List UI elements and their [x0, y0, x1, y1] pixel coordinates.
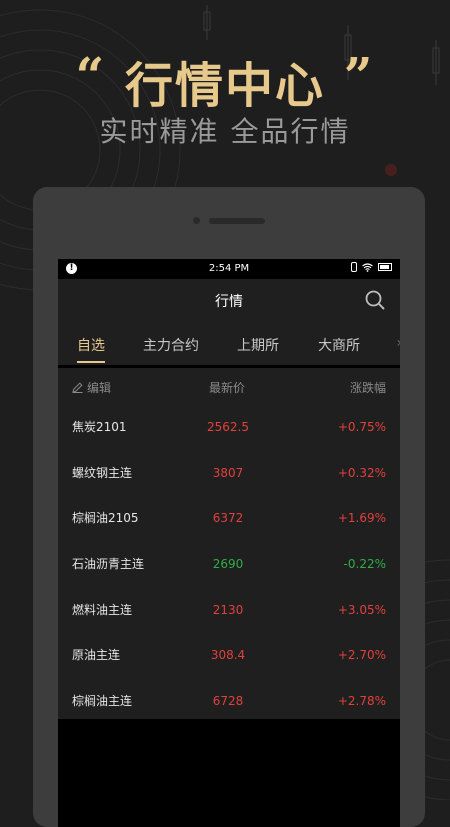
contract-name: 石油沥青主连 [72, 556, 145, 571]
status-icons [351, 262, 392, 272]
latest-price: 2130 [212, 602, 244, 617]
tabs-overflow-indicator[interactable]: › [396, 335, 400, 351]
vibrate-icon [351, 262, 357, 272]
change-percent: +1.69% [337, 511, 386, 526]
quote-row[interactable]: 螺纹钢主连 3807 +0.32% [58, 450, 400, 496]
quote-row[interactable]: 石油沥青主连 2690 -0.22% [58, 541, 400, 587]
page-title: 行情 [215, 294, 243, 310]
tablet-screen: ! 2:54 PM 行情 自选 主力合约 上期所 大商所 › [58, 259, 400, 827]
promo-headline: “ 行情中心 ” [0, 46, 450, 116]
market-app: 行情 自选 主力合约 上期所 大商所 › 编辑 最新价 [58, 279, 400, 719]
contract-name: 焦炭2101 [72, 419, 127, 434]
quote-list: 焦炭2101 2562.5 +0.75% 螺纹钢主连 3807 +0.32% 棕榈油2105… [58, 404, 400, 724]
change-percent: -0.22% [343, 556, 386, 571]
contract-name: 燃料油主连 [72, 602, 133, 617]
open-quote: “ [75, 46, 107, 105]
headline-text: 行情中心 [124, 58, 325, 114]
promo-subtitle: 实时精准 全品行情 [99, 115, 351, 148]
tablet-frame: ! 2:54 PM 行情 自选 主力合约 上期所 大商所 › [33, 187, 425, 827]
column-header: 编辑 最新价 涨跌幅 [58, 368, 400, 404]
battery-icon [378, 263, 392, 271]
status-time: 2:54 PM [208, 263, 250, 274]
latest-price: 6372 [212, 511, 244, 526]
change-percent: +0.32% [337, 465, 386, 480]
active-tab-underline [77, 361, 105, 363]
change-percent: +2.78% [337, 693, 386, 708]
market-tabs: 自选 主力合约 上期所 大商所 › [58, 321, 400, 368]
quote-row[interactable]: 焦炭2101 2562.5 +0.75% [58, 404, 400, 450]
tablet-camera [193, 217, 200, 224]
tab-watchlist[interactable]: 自选 [77, 335, 105, 355]
column-latest-price[interactable]: 最新价 [209, 379, 245, 396]
search-icon[interactable] [364, 289, 386, 311]
tablet-speaker [209, 218, 265, 224]
change-percent: +2.70% [337, 648, 386, 663]
tab-main-contracts[interactable]: 主力合约 [143, 335, 199, 355]
latest-price: 6728 [212, 693, 244, 708]
contract-name: 原油主连 [72, 648, 121, 663]
wifi-icon [362, 262, 373, 272]
latest-price: 2562.5 [207, 419, 249, 434]
contract-name: 棕榈油2105 [72, 511, 139, 526]
tab-shfe[interactable]: 上期所 [237, 335, 279, 355]
contract-name: 棕榈油主连 [72, 693, 133, 708]
quote-row[interactable]: 燃料油主连 2130 +3.05% [58, 587, 400, 633]
change-percent: +3.05% [337, 602, 386, 617]
status-bar: ! 2:54 PM [58, 259, 400, 279]
pencil-icon [72, 382, 83, 393]
quote-row[interactable]: 棕榈油2105 6372 +1.69% [58, 495, 400, 541]
quote-row[interactable]: 棕榈油主连 6728 +2.78% [58, 678, 400, 724]
latest-price: 3807 [212, 465, 244, 480]
column-change-percent[interactable]: 涨跌幅 [350, 379, 386, 396]
quote-row[interactable]: 原油主连 308.4 +2.70% [58, 632, 400, 678]
title-bar: 行情 [58, 279, 400, 321]
tab-dce[interactable]: 大商所 [318, 335, 360, 355]
contract-name: 螺纹钢主连 [72, 465, 133, 480]
latest-price: 2690 [212, 556, 244, 571]
change-percent: +0.75% [337, 419, 386, 434]
close-quote: ” [343, 46, 375, 105]
latest-price: 308.4 [210, 648, 246, 663]
edit-button[interactable]: 编辑 [72, 379, 111, 396]
edit-label: 编辑 [87, 381, 112, 395]
